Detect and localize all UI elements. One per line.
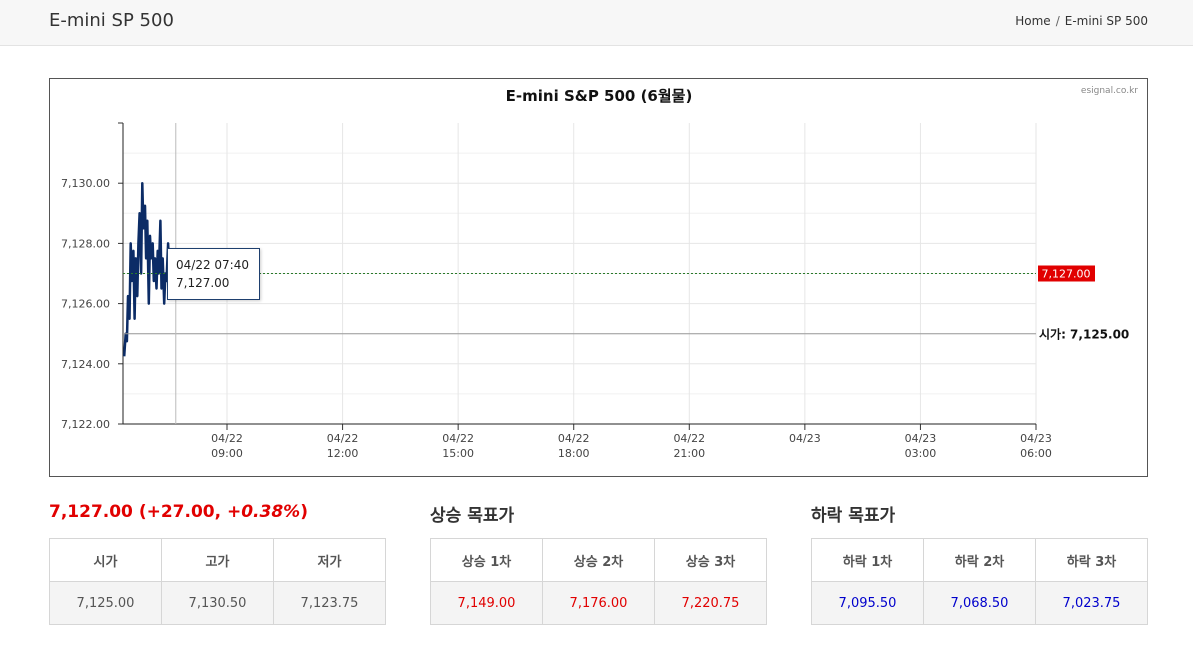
- open-price-label: 시가: 7,125.00: [1039, 327, 1129, 342]
- down-target-value-1: 7,095.50: [811, 581, 924, 625]
- x-tick-date: 04/22: [558, 432, 590, 445]
- x-tick-time: 21:00: [673, 447, 705, 460]
- x-tick-date: 04/22: [673, 432, 705, 445]
- down-target-header-2: 하락 2차: [923, 538, 1036, 582]
- ohlc-header-open: 시가: [49, 538, 162, 582]
- ohlc-value-low: 7,123.75: [273, 581, 386, 625]
- x-tick-time: 03:00: [905, 447, 937, 460]
- up-targets-title: 상승 목표가: [430, 506, 515, 526]
- x-tick-date: 04/23: [789, 432, 821, 445]
- page-title: E-mini SP 500: [49, 10, 174, 31]
- current-price: 7,127.00: [49, 502, 133, 522]
- down-targets-table: 하락 1차 하락 2차 하락 3차 7,095.50 7,068.50 7,02…: [811, 538, 1148, 625]
- x-tick-time: 06:00: [1020, 447, 1052, 460]
- down-target-header-3: 하락 3차: [1035, 538, 1148, 582]
- x-tick-time: 15:00: [442, 447, 474, 460]
- up-target-header-3: 상승 3차: [654, 538, 767, 582]
- ohlc-value-high: 7,130.50: [161, 581, 274, 625]
- x-tick-time: 09:00: [211, 447, 243, 460]
- y-tick-label: 7,128.00: [61, 237, 110, 250]
- x-tick-date: 04/23: [905, 432, 937, 445]
- chart-watermark: esignal.co.kr: [1081, 86, 1138, 96]
- down-target-header-1: 하락 1차: [811, 538, 924, 582]
- top-bar: E-mini SP 500 Home / E-mini SP 500: [0, 0, 1193, 46]
- up-target-value-1: 7,149.00: [430, 581, 543, 625]
- price-change-close: ): [300, 502, 308, 522]
- ohlc-table: 시가 고가 저가 7,125.00 7,130.50 7,123.75: [49, 538, 386, 625]
- price-summary: 7,127.00 (+27.00, +0.38%): [49, 502, 308, 522]
- up-target-value-3: 7,220.75: [654, 581, 767, 625]
- ohlc-header-low: 저가: [273, 538, 386, 582]
- up-target-header-1: 상승 1차: [430, 538, 543, 582]
- x-tick-date: 04/22: [442, 432, 474, 445]
- x-tick-date: 04/22: [327, 432, 359, 445]
- breadcrumb-home-link[interactable]: Home: [1015, 14, 1050, 28]
- x-tick-date: 04/23: [1020, 432, 1052, 445]
- y-tick-label: 7,124.00: [61, 358, 110, 371]
- y-tick-label: 7,126.00: [61, 298, 110, 311]
- price-chart: E-mini S&P 500 (6월물) esignal.co.kr 7,122…: [49, 78, 1148, 477]
- tooltip-time: 04/22 07:40: [176, 258, 249, 272]
- breadcrumb: Home / E-mini SP 500: [1015, 14, 1148, 28]
- chart-title: E-mini S&P 500 (6월물): [506, 87, 693, 105]
- down-target-value-2: 7,068.50: [923, 581, 1036, 625]
- up-target-value-2: 7,176.00: [542, 581, 655, 625]
- x-tick-date: 04/22: [211, 432, 243, 445]
- x-tick-time: 12:00: [327, 447, 359, 460]
- ohlc-value-open: 7,125.00: [49, 581, 162, 625]
- y-tick-label: 7,122.00: [61, 418, 110, 431]
- breadcrumb-current: E-mini SP 500: [1064, 14, 1148, 28]
- x-tick-time: 18:00: [558, 447, 590, 460]
- price-change: (+27.00,: [138, 502, 227, 522]
- breadcrumb-separator: /: [1055, 14, 1060, 28]
- down-targets-title: 하락 목표가: [811, 506, 896, 526]
- y-tick-label: 7,130.00: [61, 177, 110, 190]
- current-price-label: 7,127.00: [1042, 268, 1091, 281]
- ohlc-header-high: 고가: [161, 538, 274, 582]
- down-target-value-3: 7,023.75: [1035, 581, 1148, 625]
- chart-tooltip: 04/22 07:40 7,127.00: [167, 248, 260, 300]
- up-targets-table: 상승 1차 상승 2차 상승 3차 7,149.00 7,176.00 7,22…: [430, 538, 767, 625]
- tooltip-value: 7,127.00: [176, 276, 230, 290]
- up-target-header-2: 상승 2차: [542, 538, 655, 582]
- price-change-pct: +0.38%: [226, 502, 301, 522]
